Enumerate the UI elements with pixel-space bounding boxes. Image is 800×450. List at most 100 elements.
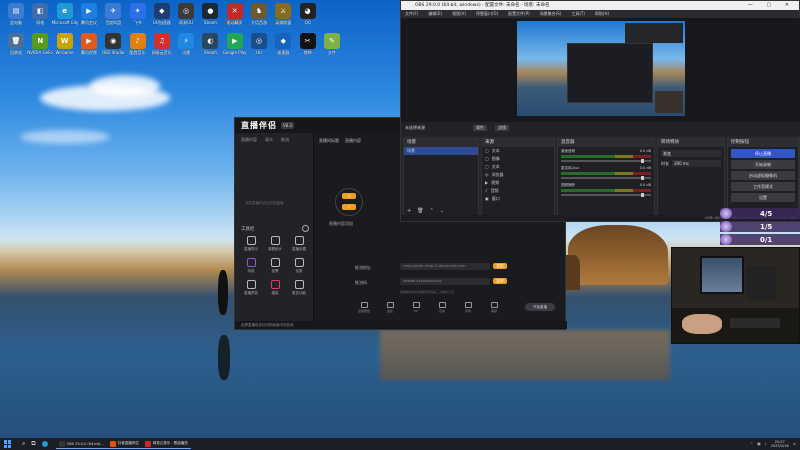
tab-live-content[interactable]: 直播内容 xyxy=(345,138,361,144)
desktop-icon[interactable]: eMicrosoft Edge xyxy=(52,3,78,25)
tool-item[interactable]: 直播设置 xyxy=(287,236,311,252)
source-item[interactable]: ◎ 浏览器 xyxy=(482,171,554,179)
search-icon[interactable]: ⌕ xyxy=(22,440,25,448)
volume-slider[interactable] xyxy=(561,193,651,197)
virtual-camera-button[interactable]: 启动虚拟摄像机 xyxy=(731,171,795,180)
desktop-icon[interactable]: ✦ 飞书 xyxy=(125,3,151,25)
add-icon[interactable]: + xyxy=(407,208,411,214)
properties-button[interactable]: 属性 xyxy=(473,125,487,131)
tool-item[interactable]: 直播预告 xyxy=(239,280,263,296)
desktop-icon[interactable]: ♪ 酷我音乐 xyxy=(125,33,151,55)
tool-item[interactable]: 观看统计 xyxy=(263,236,287,252)
desktop-icon[interactable]: ◐ Steam xyxy=(197,33,223,55)
desktop-icon[interactable]: ▶ Google Play xyxy=(222,33,248,55)
slider-knob[interactable] xyxy=(641,176,644,180)
stream-url-field[interactable]: rtmp://push-rtmp-l1.douyincdn.com xyxy=(400,263,490,270)
tool-item[interactable]: 更多功能 xyxy=(287,280,311,296)
copy-key-button[interactable]: 复制 xyxy=(493,278,507,284)
volume-slider[interactable] xyxy=(561,159,651,163)
bottom-tool[interactable]: 连麦 xyxy=(381,301,399,313)
studio-mode-button[interactable]: 工作室模式 xyxy=(731,182,795,191)
bottom-tool[interactable]: 美颜 xyxy=(485,301,503,313)
desktop-icon[interactable]: ◕ QQ xyxy=(295,3,321,25)
menu-item[interactable]: 文件(F) xyxy=(405,10,418,18)
menu-item[interactable]: 视图(V) xyxy=(452,10,466,18)
menu-item[interactable]: 帮助(H) xyxy=(595,10,609,18)
menu-item[interactable]: 编辑(E) xyxy=(428,10,442,18)
desktop-icon[interactable]: W WeGame xyxy=(52,33,78,55)
tool-item[interactable]: 直播提示 xyxy=(239,236,263,252)
desktop-icon[interactable]: ✎ 文件 xyxy=(319,33,345,55)
desktop-icon[interactable]: ● Steam xyxy=(197,3,223,25)
stop-stream-button[interactable]: 停止直播 xyxy=(731,149,795,158)
clock[interactable]: 20:27 2023/2/16 xyxy=(771,440,789,448)
tool-item[interactable]: 特效 xyxy=(239,258,263,274)
desktop-icon[interactable]: ▶ 腾讯视频 xyxy=(76,33,102,55)
desktop-icon[interactable]: 🗑 回收站 xyxy=(3,33,29,55)
copy-url-button[interactable]: 复制 xyxy=(493,263,507,269)
task-view-icon[interactable]: ⧉ xyxy=(31,440,35,448)
tab-push[interactable]: 推流 xyxy=(281,137,289,143)
bottom-tool[interactable]: 互动 xyxy=(433,301,451,313)
filters-button[interactable]: 滤镜 xyxy=(495,125,509,131)
bottom-tool[interactable]: 音效 xyxy=(459,301,477,313)
tool-item[interactable]: 连麦 xyxy=(287,258,311,274)
desktop-icon[interactable]: ◧ 网络 xyxy=(27,3,53,25)
desktop-icon[interactable]: ♞ 大话西游 xyxy=(246,3,272,25)
tab-audience[interactable]: 观众 xyxy=(265,137,273,143)
edge-icon[interactable] xyxy=(41,441,48,447)
bottom-tool[interactable]: 直播预告 xyxy=(355,301,373,313)
taskbar-item[interactable]: OBS 29.0.0 (64-bit)... xyxy=(55,439,107,449)
volume-icon[interactable]: ♪ xyxy=(765,442,767,446)
up-icon[interactable]: ⌃ xyxy=(430,208,434,214)
start-record-button[interactable]: 开始录制 xyxy=(731,160,795,169)
desktop-icon[interactable]: ⚔ 英雄联盟 xyxy=(270,3,296,25)
desktop-icon[interactable]: ◎ UU xyxy=(246,33,272,55)
menu-item[interactable]: 配置文件(P) xyxy=(508,10,530,18)
windows-start-icon[interactable] xyxy=(4,440,14,448)
tool-item[interactable]: 福袋 xyxy=(263,280,287,296)
add-button[interactable]: + xyxy=(342,193,356,199)
desktop-icon[interactable]: ✈ 百度网盘 xyxy=(100,3,126,25)
chevron-up-icon[interactable]: ⌃ xyxy=(750,442,753,446)
menu-item[interactable]: 停靠窗口(D) xyxy=(476,10,498,18)
desktop-icon[interactable]: ◆ UU加速器 xyxy=(149,3,175,25)
desktop-icon[interactable]: ⚡ 迅雷 xyxy=(173,33,199,55)
desktop-icon[interactable]: ▤ 此电脑 xyxy=(3,3,29,25)
desktop-icon[interactable]: ◆ 加速器 xyxy=(270,33,296,55)
slider-knob[interactable] xyxy=(641,193,644,197)
desktop-icon[interactable]: ◉ OBS Studio xyxy=(100,33,126,55)
source-item[interactable]: ▢ 图像 xyxy=(482,155,554,163)
notification-icon[interactable]: ▭ xyxy=(793,442,796,446)
tool-item[interactable]: 投票 xyxy=(263,258,287,274)
obs-window[interactable]: OBS 29.0.0 (64-bit, windows) - 配置文件: 未命名… xyxy=(400,0,800,222)
tab-room-title[interactable]: 直播间标题 xyxy=(319,138,339,144)
desktop-icon[interactable]: ▶ 腾讯会议 xyxy=(76,3,102,25)
network-icon[interactable]: ▦ xyxy=(757,442,760,446)
duration-input[interactable]: 300 ms xyxy=(672,160,721,167)
obs-titlebar[interactable]: OBS 29.0.0 (64-bit, windows) - 配置文件: 未命名… xyxy=(401,1,799,10)
tab-content[interactable]: 直播内容 xyxy=(241,137,257,143)
desktop-icon[interactable]: NNVIDIA GeForce xyxy=(27,33,53,55)
source-item[interactable]: ▶ 视频 xyxy=(482,179,554,187)
desktop-icon[interactable]: ✕ 驱动精灵 xyxy=(222,3,248,25)
obs-preview[interactable] xyxy=(401,18,800,122)
scene-item[interactable]: 场景 xyxy=(404,147,478,155)
bottom-tool[interactable]: PK xyxy=(407,301,425,313)
remove-icon[interactable]: 🗑 xyxy=(417,208,423,214)
source-item[interactable]: ♪ 音频 xyxy=(482,187,554,195)
slider-knob[interactable] xyxy=(641,159,644,163)
start-live-button[interactable]: 开始直播 xyxy=(525,303,555,311)
desktop-icon[interactable]: ✂ 剪映 xyxy=(295,33,321,55)
stream-key-field[interactable]: stream-xxxxxxxxxxxx xyxy=(400,278,490,285)
gear-icon[interactable] xyxy=(302,225,309,232)
transition-select[interactable]: 渐变 xyxy=(661,150,721,157)
source-item[interactable]: ▣ 窗口 xyxy=(482,195,554,203)
desktop-icon[interactable]: ◎ 网易UU xyxy=(173,3,199,25)
menu-item[interactable]: 场景集合(S) xyxy=(540,10,562,18)
source-item[interactable]: ▢ 文本 xyxy=(482,147,554,155)
add-button[interactable]: + xyxy=(342,204,356,210)
volume-slider[interactable] xyxy=(561,176,651,180)
menu-item[interactable]: 工具(T) xyxy=(571,10,585,18)
source-item[interactable]: ▢ 文本 xyxy=(482,163,554,171)
